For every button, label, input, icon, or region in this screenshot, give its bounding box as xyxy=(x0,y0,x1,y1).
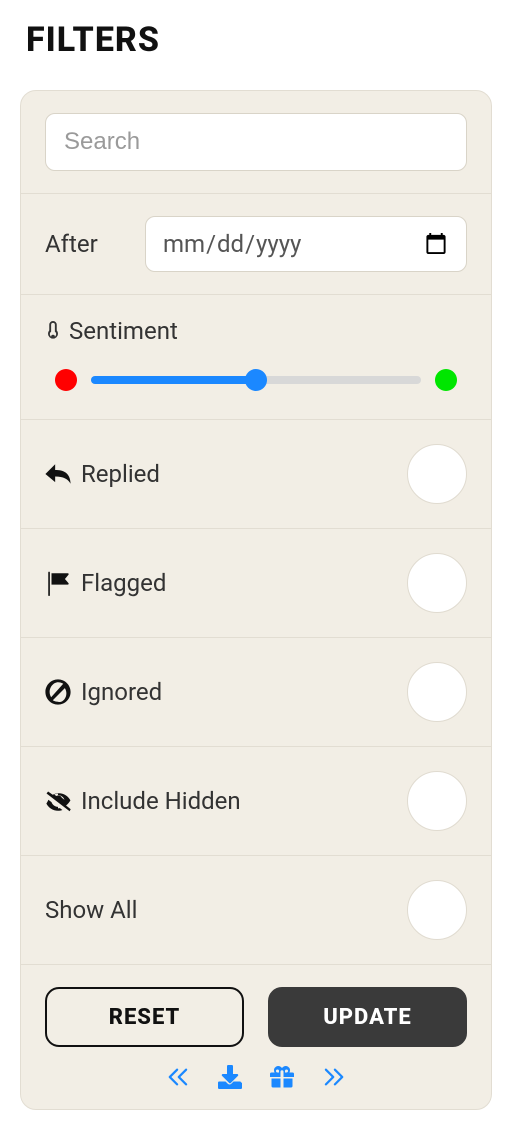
replied-row: Replied xyxy=(21,420,491,529)
replied-label: Replied xyxy=(81,460,160,488)
gift-icon[interactable] xyxy=(270,1065,294,1089)
first-page-icon[interactable] xyxy=(166,1065,190,1089)
reply-icon xyxy=(45,461,71,487)
date-after-section: After xyxy=(21,194,491,295)
ignored-row: Ignored xyxy=(21,638,491,747)
after-date-input[interactable] xyxy=(145,216,467,272)
update-button[interactable]: UPDATE xyxy=(268,987,467,1047)
eye-slash-icon xyxy=(45,788,71,814)
ban-icon xyxy=(45,679,71,705)
include-hidden-toggle[interactable] xyxy=(407,771,467,831)
last-page-icon[interactable] xyxy=(322,1065,346,1089)
sentiment-section: Sentiment xyxy=(21,295,491,420)
footer-section: RESET UPDATE xyxy=(21,965,491,1109)
ignored-label: Ignored xyxy=(81,678,162,706)
page-title: FILTERS xyxy=(26,20,492,60)
flagged-label: Flagged xyxy=(81,569,166,597)
include-hidden-row: Include Hidden xyxy=(21,747,491,856)
ignored-toggle[interactable] xyxy=(407,662,467,722)
search-input[interactable] xyxy=(45,113,467,171)
show-all-toggle[interactable] xyxy=(407,880,467,940)
sentiment-low-icon xyxy=(55,369,77,391)
reset-button[interactable]: RESET xyxy=(45,987,244,1047)
sentiment-high-icon xyxy=(435,369,457,391)
sentiment-label: Sentiment xyxy=(69,317,178,345)
flag-icon xyxy=(45,570,71,596)
search-section xyxy=(21,91,491,194)
show-all-label: Show All xyxy=(45,896,137,924)
filters-panel: After Sentiment Replied Fl xyxy=(20,90,492,1110)
flagged-row: Flagged xyxy=(21,529,491,638)
thermometer-icon xyxy=(45,321,61,341)
after-label: After xyxy=(45,230,125,258)
sentiment-slider[interactable] xyxy=(91,376,421,384)
show-all-row: Show All xyxy=(21,856,491,965)
replied-toggle[interactable] xyxy=(407,444,467,504)
download-icon[interactable] xyxy=(218,1065,242,1089)
flagged-toggle[interactable] xyxy=(407,553,467,613)
include-hidden-label: Include Hidden xyxy=(81,787,241,815)
